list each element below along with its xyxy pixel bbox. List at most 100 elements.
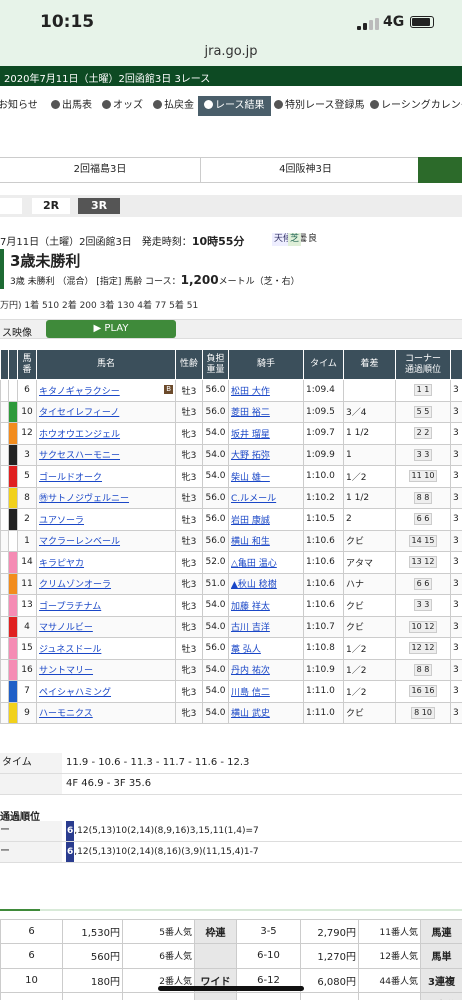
payout-number: 10	[0, 967, 63, 993]
nav-odds[interactable]: オッズ	[102, 96, 143, 116]
horse-name[interactable]: サクセスハーモニー	[39, 451, 120, 461]
horse-name-link[interactable]: マクラーレンベール	[36, 529, 176, 552]
horse-name[interactable]: ゴールドオーク	[39, 473, 102, 483]
horse-name-link[interactable]: ペイシャハミング	[36, 680, 176, 703]
title-accent-bar	[0, 249, 4, 289]
jockey-link[interactable]: ▲秋山 稔樹	[228, 572, 304, 595]
nav-race-results[interactable]: レース結果	[198, 96, 271, 116]
horse-name-link[interactable]: タイセイレフィーノ	[36, 400, 176, 423]
col-time[interactable]: タイム	[303, 349, 344, 380]
jockey-link[interactable]: △亀田 温心	[228, 551, 304, 574]
col-jockey[interactable]: 騎手	[228, 349, 304, 380]
col-horse[interactable]: 馬名	[36, 349, 176, 380]
jockey-link[interactable]: 柴山 雄一	[228, 465, 304, 488]
horse-name-link[interactable]: キタノギャラクシー B	[36, 379, 176, 402]
time-cell: 1:10.6	[303, 551, 344, 574]
col-popularity[interactable]	[450, 349, 462, 380]
payout-type: 3連単	[420, 991, 462, 1000]
horse-name-link[interactable]: マサノルビー	[36, 615, 176, 638]
horse-name[interactable]: ユアソーラ	[39, 516, 84, 526]
horse-name-link[interactable]: ゴープラチナム	[36, 594, 176, 617]
address-bar[interactable]: jra.go.jp	[0, 44, 462, 66]
jockey-link[interactable]: 丹内 祐次	[228, 658, 304, 681]
nav-payouts[interactable]: 払戻金	[153, 96, 194, 116]
col-rank[interactable]	[0, 349, 9, 380]
horse-name[interactable]: ゴープラチナム	[39, 602, 101, 612]
corner-order: 14 15	[408, 534, 438, 547]
horse-name-link[interactable]: ㊕サトノジヴェルニー	[36, 486, 176, 509]
margin-cell: 2	[343, 508, 396, 531]
horse-name[interactable]: ジュネスドール	[39, 645, 101, 655]
sex-age-cell: 牡3	[175, 379, 203, 402]
table-row: 15 ジュネスドール 牡3 56.0 藁 弘人 1:10.8 1／2 12 12 3	[0, 637, 462, 660]
horse-name-link[interactable]: ハーモニクス	[36, 701, 176, 724]
payout-type: 3連複	[420, 967, 462, 993]
jockey-link[interactable]: 藁 弘人	[228, 637, 304, 660]
horse-name[interactable]: クリムゾンオーラ	[39, 580, 111, 590]
nav-race-results-label: レース結果	[215, 100, 265, 111]
horse-name[interactable]: ハーモニクス	[39, 709, 93, 719]
horse-name[interactable]: マサノルビー	[39, 623, 93, 633]
horse-name[interactable]: ㊕サトノジヴェルニー	[39, 494, 129, 504]
horse-name[interactable]: キラピヤカ	[39, 559, 84, 569]
jockey-link[interactable]: 松田 大作	[228, 379, 304, 402]
race-tab-1r[interactable]	[0, 198, 22, 214]
nav-calendar[interactable]: レーシングカレンダー	[370, 96, 462, 116]
horse-name[interactable]: キタノギャラクシー	[39, 387, 120, 397]
jockey-link[interactable]: 横山 武史	[228, 701, 304, 724]
race-tab-3r[interactable]: 3R	[78, 198, 120, 214]
margin-cell: ハナ	[343, 572, 396, 595]
horse-name-link[interactable]: キラピヤカ	[36, 551, 176, 574]
blinker-badge: B	[164, 384, 173, 394]
race-tab-2r[interactable]: 2R	[32, 198, 70, 214]
col-waku[interactable]	[8, 349, 18, 380]
rank-cell	[0, 422, 9, 445]
horse-name-link[interactable]: クリムゾンオーラ	[36, 572, 176, 595]
nav-entries[interactable]: 出馬表	[51, 96, 92, 116]
col-margin[interactable]: 着差	[343, 349, 396, 380]
time-cell: 1:10.2	[303, 486, 344, 509]
jockey-link[interactable]: 加藤 祥太	[228, 594, 304, 617]
horse-name-link[interactable]: サクセスハーモニー	[36, 443, 176, 466]
nav-special-entries[interactable]: 特別レース登録馬	[274, 96, 365, 116]
payout-row: 6 1,530円 5番人気 枠連 3-5 2,790円 11番人気 馬連	[0, 918, 462, 945]
horse-name-link[interactable]: サントマリー	[36, 658, 176, 681]
margin-cell: 1／2	[343, 658, 396, 681]
col-sex-age[interactable]: 性齢	[175, 349, 203, 380]
results-header-row: 馬番 馬名 性齢 負担 重量 騎手 タイム 着差 コーナー 通過順位	[0, 349, 462, 380]
horse-name[interactable]: ホウオウエンジェル	[39, 430, 120, 440]
horse-name[interactable]: タイセイレフィーノ	[39, 408, 119, 418]
horse-name[interactable]: ペイシャハミング	[39, 688, 111, 698]
horse-name-link[interactable]: ゴールドオーク	[36, 465, 176, 488]
payout-combination: 3-5	[236, 918, 301, 945]
corner-cell: 14 15	[395, 529, 451, 552]
play-button[interactable]: ▶ PLAY	[46, 320, 176, 338]
jockey-link[interactable]: 古川 吉洋	[228, 615, 304, 638]
jockey-link[interactable]: 坂井 瑠星	[228, 422, 304, 445]
race-name: 3歳未勝利	[10, 252, 81, 270]
weight-cell: 54.0	[202, 443, 229, 466]
col-umaban[interactable]: 馬番	[17, 349, 37, 380]
horse-name-link[interactable]: ジュネスドール	[36, 637, 176, 660]
umaban-cell: 6	[17, 379, 37, 402]
horse-name-link[interactable]: ユアソーラ	[36, 508, 176, 531]
venue-tab-fukushima[interactable]: 2回福島3日	[0, 158, 200, 182]
nav-news[interactable]: お知らせ	[0, 96, 38, 116]
jockey-link[interactable]: 川島 信二	[228, 680, 304, 703]
horse-name[interactable]: マクラーレンベール	[39, 537, 120, 547]
col-weight[interactable]: 負担 重量	[202, 349, 229, 380]
col-corner[interactable]: コーナー 通過順位	[395, 349, 451, 380]
results-table: 馬番 馬名 性齢 負担 重量 騎手 タイム 着差 コーナー 通過順位 6 キタノギャラ…	[0, 349, 462, 724]
jockey-link[interactable]: 菱田 裕二	[228, 400, 304, 423]
horse-name[interactable]: サントマリー	[39, 666, 93, 676]
umaban-cell: 8	[17, 486, 37, 509]
jockey-link[interactable]: C.ルメール	[228, 486, 304, 509]
venue-tab-hakodate-active[interactable]	[418, 157, 462, 183]
jockey-link[interactable]: 大野 拓弥	[228, 443, 304, 466]
jockey-link[interactable]: 岩田 康誠	[228, 508, 304, 531]
race-date-line: 7月11日（土曜）2回函館3日 発走時刻：10時55分	[0, 233, 462, 249]
jockey-link[interactable]: 横山 和生	[228, 529, 304, 552]
prize-money: 万円) 1着 510 2着 200 3着 130 4着 77 5着 51	[0, 301, 199, 311]
venue-tab-hanshin[interactable]: 4回阪神3日	[200, 158, 410, 182]
horse-name-link[interactable]: ホウオウエンジェル	[36, 422, 176, 445]
